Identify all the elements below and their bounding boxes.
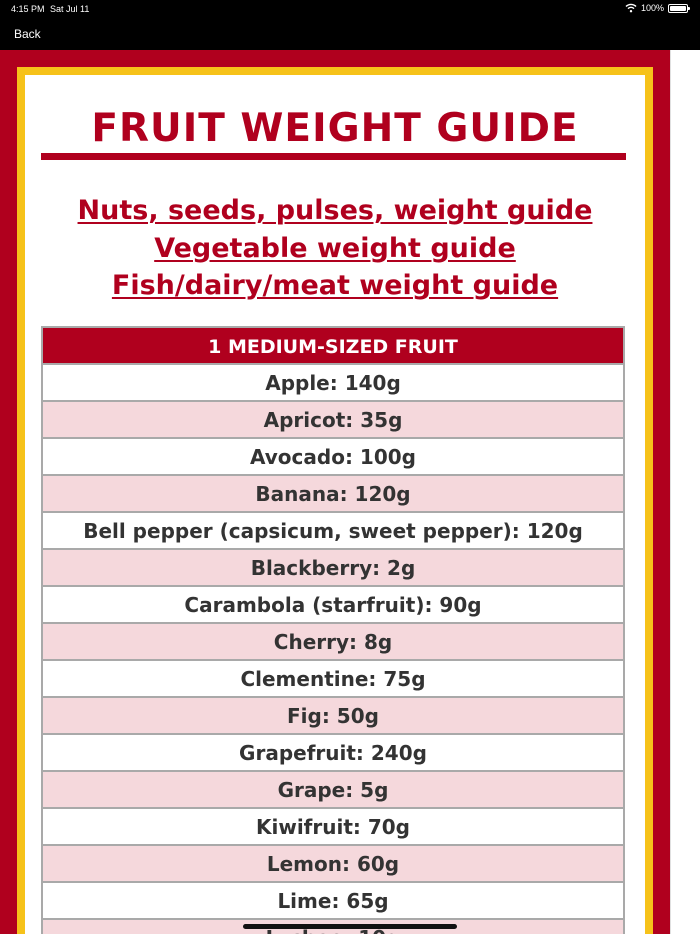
table-row: Clementine: 75g xyxy=(43,661,623,698)
wifi-icon xyxy=(625,3,637,13)
table-row: Banana: 120g xyxy=(43,476,623,513)
page-title: FRUIT WEIGHT GUIDE xyxy=(91,106,579,151)
status-date: Sat Jul 11 xyxy=(50,4,90,14)
table-row: Cherry: 8g xyxy=(43,624,623,661)
table-row: Bell pepper (capsicum, sweet pepper): 12… xyxy=(43,513,623,550)
table-row: Blackberry: 2g xyxy=(43,550,623,587)
right-margin xyxy=(670,50,700,934)
table-row: Kiwifruit: 70g xyxy=(43,809,623,846)
vegetable-guide-link[interactable]: Vegetable weight guide xyxy=(25,230,645,268)
table-row: Lime: 65g xyxy=(43,883,623,920)
fruit-weight-table: 1 MEDIUM-SIZED FRUIT Apple: 140g Apricot… xyxy=(41,326,625,934)
content-panel: FRUIT WEIGHT GUIDE Nuts, seeds, pulses, … xyxy=(25,75,645,934)
table-row: Apricot: 35g xyxy=(43,402,623,439)
back-button[interactable]: Back xyxy=(14,27,41,41)
battery-icon xyxy=(668,3,690,13)
status-time: 4:15 PM xyxy=(11,4,45,14)
title-divider xyxy=(41,153,626,160)
table-row: Lemon: 60g xyxy=(43,846,623,883)
battery-percent: 100% xyxy=(640,3,664,13)
table-row: Carambola (starfruit): 90g xyxy=(43,587,623,624)
status-bar: 4:15 PM Sat Jul 11 100% xyxy=(0,0,700,18)
nuts-seeds-guide-link[interactable]: Nuts, seeds, pulses, weight guide xyxy=(25,192,645,230)
table-row: Fig: 50g xyxy=(43,698,623,735)
fish-dairy-meat-guide-link[interactable]: Fish/dairy/meat weight guide xyxy=(25,267,645,305)
table-row: Grapefruit: 240g xyxy=(43,735,623,772)
home-indicator[interactable] xyxy=(243,924,457,929)
table-row: Avocado: 100g xyxy=(43,439,623,476)
table-row: Apple: 140g xyxy=(43,365,623,402)
status-right: 100% xyxy=(625,3,690,13)
nav-bar: Back xyxy=(0,18,700,50)
table-header: 1 MEDIUM-SIZED FRUIT xyxy=(43,328,623,365)
table-row: Grape: 5g xyxy=(43,772,623,809)
guide-links: Nuts, seeds, pulses, weight guide Vegeta… xyxy=(25,192,645,305)
